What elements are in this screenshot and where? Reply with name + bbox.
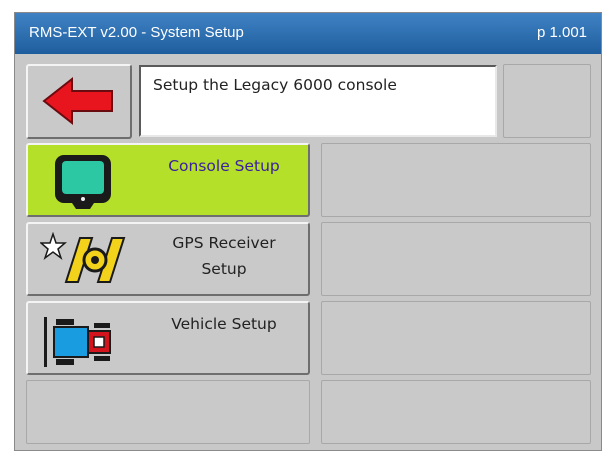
empty-button-bottom-left — [26, 380, 310, 444]
console-icon — [55, 155, 111, 209]
gps-receiver-label-line1: GPS Receiver — [172, 234, 276, 252]
message-box: Setup the Legacy 6000 console — [139, 65, 497, 137]
vehicle-setup-label: Vehicle Setup — [171, 315, 277, 333]
vehicle-icon — [44, 317, 111, 367]
back-button[interactable] — [26, 64, 132, 139]
page-number: p 1.001 — [536, 24, 587, 41]
empty-button-right-1 — [321, 143, 591, 217]
console-setup-button[interactable]: Console Setup — [26, 143, 310, 217]
gps-receiver-setup-button[interactable]: GPS Receiver Setup — [26, 222, 310, 296]
gps-receiver-setup-label: GPS Receiver Setup — [146, 230, 302, 282]
empty-button-top-right — [503, 64, 591, 138]
back-arrow-icon — [42, 76, 113, 126]
empty-button-bottom-right — [321, 380, 591, 444]
empty-button-right-3 — [321, 301, 591, 375]
message-text: Setup the Legacy 6000 console — [153, 76, 397, 94]
console-setup-label: Console Setup — [168, 157, 280, 175]
empty-button-right-2 — [321, 222, 591, 296]
screen-title: RMS-EXT v2.00 - System Setup — [29, 24, 244, 41]
gps-receiver-label-line2: Setup — [201, 260, 247, 278]
system-setup-screen: RMS-EXT v2.00 - System Setup p 1.001 Set… — [14, 12, 602, 451]
gps-receiver-icon — [40, 232, 126, 283]
title-bar: RMS-EXT v2.00 - System Setup p 1.001 — [15, 13, 601, 54]
vehicle-setup-button[interactable]: Vehicle Setup — [26, 301, 310, 375]
